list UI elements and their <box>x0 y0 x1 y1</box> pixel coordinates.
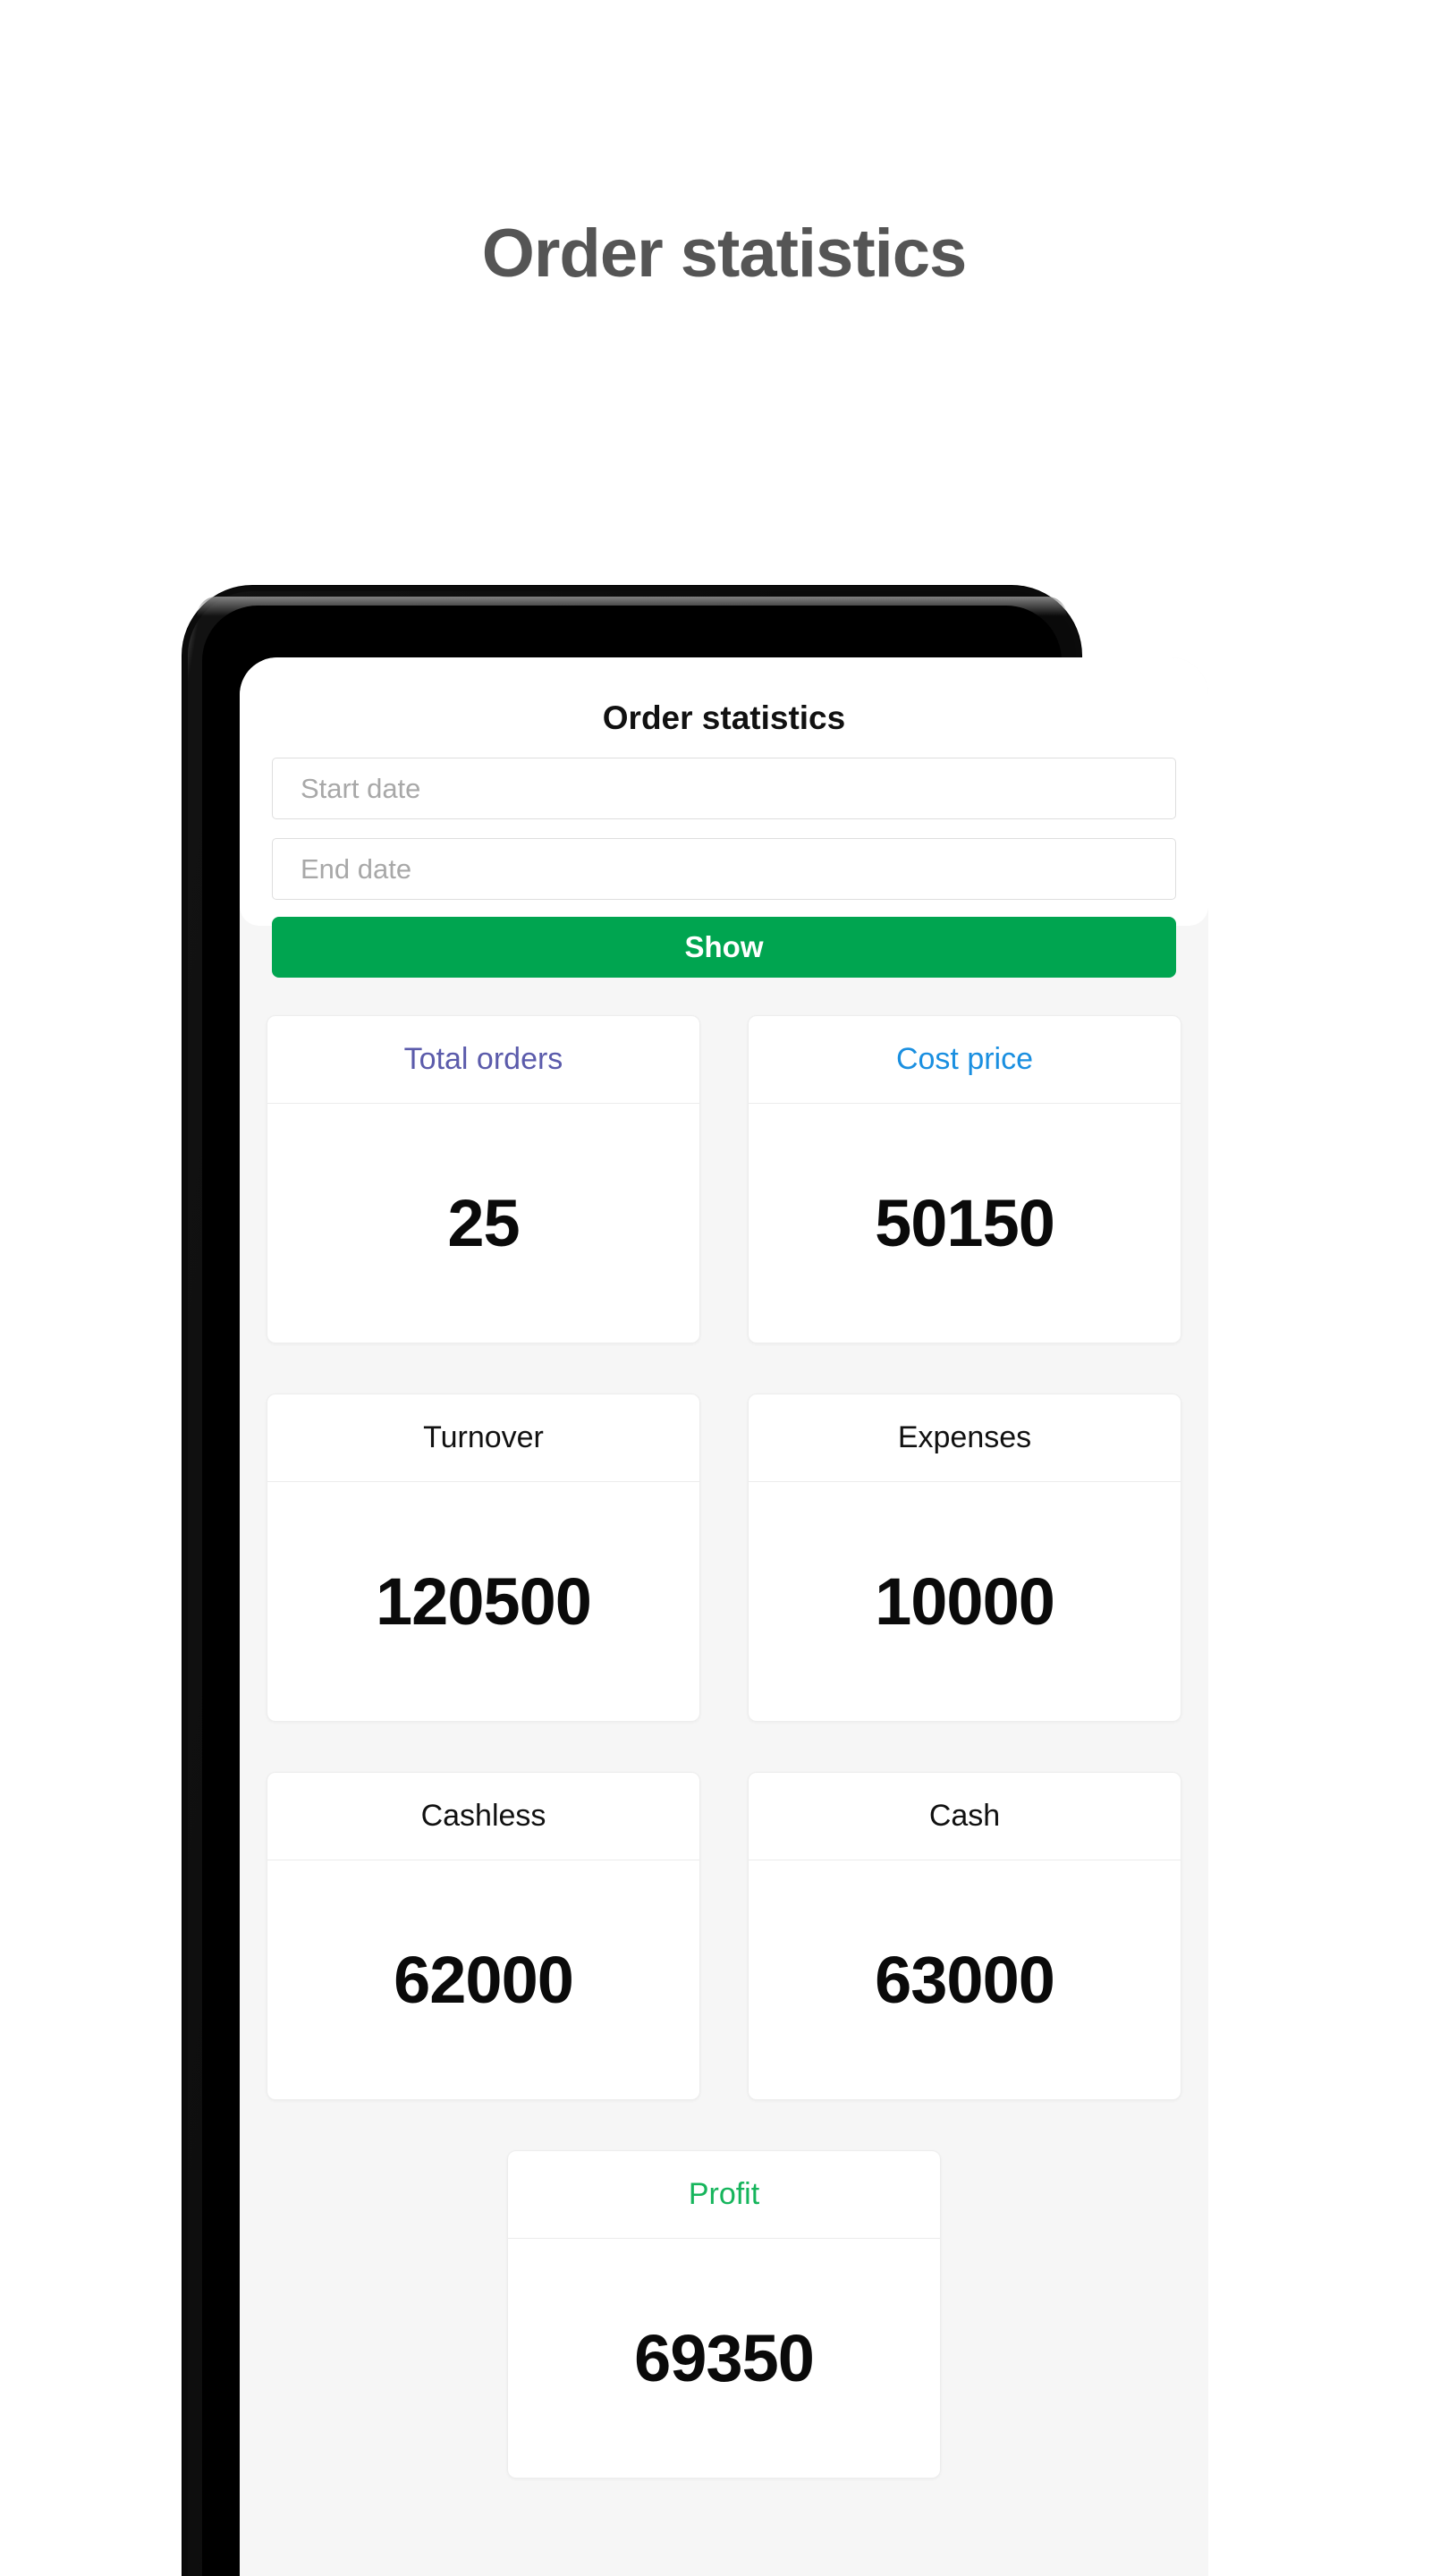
app-header-panel: Order statistics Start date End date Sho… <box>240 657 1208 978</box>
stat-card-value: 63000 <box>875 1943 1055 2017</box>
stat-card-value: 69350 <box>634 2321 815 2395</box>
stat-card-label: Cash <box>749 1773 1181 1860</box>
stat-card-value: 62000 <box>394 1943 574 2017</box>
stats-grid: Total orders 25 Cost price 50150 Turnove… <box>240 1015 1208 2529</box>
stat-card-value: 50150 <box>875 1186 1055 1260</box>
stats-row-1: Total orders 25 Cost price 50150 <box>267 1015 1181 1343</box>
stat-card-label: Cashless <box>267 1773 699 1860</box>
show-button[interactable]: Show <box>272 917 1176 978</box>
stat-card-label: Expenses <box>749 1394 1181 1482</box>
stat-card-value: 120500 <box>376 1564 592 1639</box>
stat-card-cost-price[interactable]: Cost price 50150 <box>748 1015 1181 1343</box>
stat-card-expenses[interactable]: Expenses 10000 <box>748 1394 1181 1722</box>
stat-card-value: 25 <box>447 1186 520 1260</box>
start-date-input[interactable]: Start date <box>272 758 1176 819</box>
stat-card-profit[interactable]: Profit 69350 <box>507 2150 941 2479</box>
app-title: Order statistics <box>602 699 846 736</box>
end-date-input[interactable]: End date <box>272 838 1176 900</box>
page-root: Order statistics Order statistics Start … <box>0 0 1448 2576</box>
stat-card-label: Cost price <box>749 1016 1181 1104</box>
stat-card-label: Total orders <box>267 1016 699 1104</box>
stats-row-2: Turnover 120500 Expenses 10000 <box>267 1394 1181 1722</box>
page-title: Order statistics <box>481 216 968 292</box>
stats-row-3: Cashless 62000 Cash 63000 <box>267 1772 1181 2100</box>
stat-card-label: Turnover <box>267 1394 699 1482</box>
stat-card-cashless[interactable]: Cashless 62000 <box>267 1772 700 2100</box>
stat-card-total-orders[interactable]: Total orders 25 <box>267 1015 700 1343</box>
phone-screen: Order statistics Start date End date Sho… <box>240 657 1208 2576</box>
stat-card-turnover[interactable]: Turnover 120500 <box>267 1394 700 1722</box>
stat-card-value: 10000 <box>875 1564 1055 1639</box>
stats-row-4: Profit 69350 <box>267 2150 1181 2479</box>
stat-card-label: Profit <box>508 2151 940 2239</box>
stat-card-cash[interactable]: Cash 63000 <box>748 1772 1181 2100</box>
